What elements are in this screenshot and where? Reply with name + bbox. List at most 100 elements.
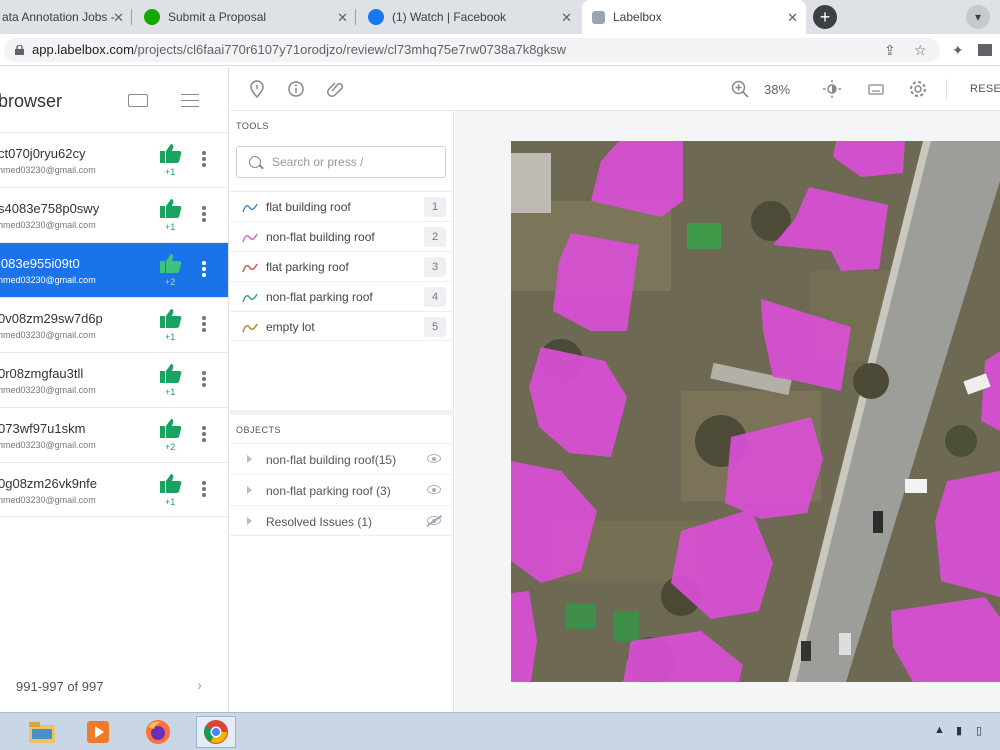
pen-icon <box>242 203 258 213</box>
file-explorer-icon[interactable] <box>22 716 62 748</box>
pagination-label: 991-997 of 997 <box>16 679 104 694</box>
keyboard-icon[interactable] <box>866 79 886 99</box>
like-count: +2 <box>165 442 176 452</box>
chevron-right-icon[interactable]: › <box>197 677 202 694</box>
thumbs-up-icon[interactable] <box>160 418 182 438</box>
object-group[interactable]: Resolved Issues (1) <box>230 505 452 536</box>
tool-item[interactable]: non-flat building roof 2 <box>230 221 452 251</box>
list-item[interactable]: 0v08zm29sw7d6p hmed03230@gmail.com +1 <box>0 297 228 352</box>
tool-label: flat building roof <box>266 200 351 214</box>
row-id: s4083e758p0swy <box>0 201 100 216</box>
tray-chevron-icon[interactable]: ▲ <box>934 724 945 736</box>
tool-item[interactable]: flat parking roof 3 <box>230 251 452 281</box>
more-options-icon[interactable] <box>202 481 206 497</box>
row-email: hmed03230@gmail.com <box>0 165 96 175</box>
list-item[interactable]: 0g08zm26vk9nfe hmed03230@gmail.com +1 <box>0 462 228 517</box>
chevron-right-icon[interactable] <box>247 517 252 525</box>
share-icon[interactable]: ⇪ <box>884 42 896 59</box>
tool-item[interactable]: non-flat parking roof 4 <box>230 281 452 311</box>
side-panel-icon[interactable] <box>978 44 992 56</box>
tool-hotkey: 5 <box>424 317 446 337</box>
aerial-photo-with-annotations[interactable] <box>511 141 1000 682</box>
tool-item[interactable]: flat building roof 1 <box>230 191 452 221</box>
chrome-icon[interactable] <box>196 716 236 748</box>
tab-title: Labelbox <box>613 10 662 24</box>
list-item[interactable]: ct070j0ryu62cy hmed03230@gmail.com +1 <box>0 132 228 187</box>
tab-facebook[interactable]: (1) Watch | Facebook ✕ <box>358 0 580 34</box>
more-options-icon[interactable] <box>202 371 206 387</box>
aerial-image[interactable] <box>511 141 1000 682</box>
more-options-icon[interactable] <box>202 261 206 277</box>
more-options-icon[interactable] <box>202 316 206 332</box>
os-taskbar: ▲ ▮ ▯ <box>0 712 1000 750</box>
close-icon[interactable]: ✕ <box>337 10 348 26</box>
star-icon[interactable]: ☆ <box>914 42 927 59</box>
new-tab-button[interactable]: + <box>813 5 837 29</box>
more-options-icon[interactable] <box>202 426 206 442</box>
labelbox-icon <box>592 10 605 24</box>
brightness-icon[interactable] <box>822 79 842 99</box>
list-item[interactable]: s4083e758p0swy hmed03230@gmail.com +1 <box>0 187 228 242</box>
row-id: 0r08zmgfau3tll <box>0 366 84 381</box>
chevron-down-icon[interactable]: ▾ <box>966 5 990 29</box>
close-icon[interactable]: ✕ <box>561 10 572 26</box>
extensions-icon[interactable]: ✦ <box>952 42 964 59</box>
pen-icon <box>242 323 258 333</box>
like-count: +1 <box>165 167 176 177</box>
search-placeholder: Search or press / <box>272 155 364 169</box>
object-group[interactable]: non-flat parking roof (3) <box>230 474 452 505</box>
attachment-icon[interactable] <box>326 79 346 99</box>
panel-title: browser <box>0 91 63 111</box>
thumbs-up-icon[interactable] <box>160 473 182 493</box>
zoom-in-icon[interactable] <box>730 79 750 99</box>
pin-icon[interactable] <box>247 79 267 99</box>
list-item-selected[interactable]: i083e955i09t0 hmed03230@gmail.com +2 <box>0 242 228 297</box>
search-icon <box>249 156 261 168</box>
thumbs-up-icon[interactable] <box>160 198 182 218</box>
eye-icon[interactable] <box>427 485 441 494</box>
like-count: +1 <box>165 387 176 397</box>
keyboard-icon[interactable] <box>128 94 148 107</box>
pen-icon <box>242 233 258 243</box>
eye-off-icon[interactable] <box>427 516 441 525</box>
tool-search-input[interactable]: Search or press / <box>236 146 446 178</box>
row-id: 0v08zm29sw7d6p <box>0 311 103 326</box>
labeling-canvas[interactable] <box>455 111 1000 712</box>
thumbs-up-icon[interactable] <box>160 143 182 163</box>
close-icon[interactable]: ✕ <box>113 10 124 26</box>
chevron-right-icon[interactable] <box>247 455 252 463</box>
close-icon[interactable]: ✕ <box>787 10 798 26</box>
tab-title: ata Annotation Jobs - <box>2 10 115 24</box>
firefox-icon[interactable] <box>138 716 178 748</box>
list-item[interactable]: 073wf97u1skm hmed03230@gmail.com +2 <box>0 407 228 462</box>
row-email: hmed03230@gmail.com <box>0 440 96 450</box>
tab-labelbox[interactable]: Labelbox ✕ <box>582 0 806 34</box>
url-field[interactable]: app.labelbox.com/projects/cl6faai770r610… <box>4 38 940 62</box>
battery-icon[interactable]: ▮ <box>956 724 962 737</box>
eye-icon[interactable] <box>427 454 441 463</box>
list-item[interactable]: 0r08zmgfau3tll hmed03230@gmail.com +1 <box>0 352 228 407</box>
like-count: +1 <box>165 497 176 507</box>
chevron-right-icon[interactable] <box>247 486 252 494</box>
network-icon[interactable]: ▯ <box>976 724 982 737</box>
thumbs-up-icon[interactable] <box>160 308 182 328</box>
object-group[interactable]: non-flat building roof(15) <box>230 443 452 474</box>
info-icon[interactable] <box>286 79 306 99</box>
more-options-icon[interactable] <box>202 151 206 167</box>
tab-annotation-jobs[interactable]: ata Annotation Jobs - ✕ <box>0 0 132 34</box>
more-options-icon[interactable] <box>202 206 206 222</box>
tab-submit-proposal[interactable]: Submit a Proposal ✕ <box>134 0 356 34</box>
tab-title: (1) Watch | Facebook <box>392 10 507 24</box>
row-id: 073wf97u1skm <box>0 421 86 436</box>
row-id: 0g08zm26vk9nfe <box>0 476 98 491</box>
menu-icon[interactable] <box>181 94 199 107</box>
media-player-icon[interactable] <box>78 716 118 748</box>
pen-icon <box>242 263 258 273</box>
tool-item[interactable]: empty lot 5 <box>230 311 452 341</box>
thumbs-up-icon[interactable] <box>160 253 182 273</box>
like-count: +2 <box>165 277 176 287</box>
reset-button[interactable]: RESET <box>970 83 1000 95</box>
thumbs-up-icon[interactable] <box>160 363 182 383</box>
gear-icon[interactable] <box>908 79 928 99</box>
row-email: hmed03230@gmail.com <box>0 385 96 395</box>
